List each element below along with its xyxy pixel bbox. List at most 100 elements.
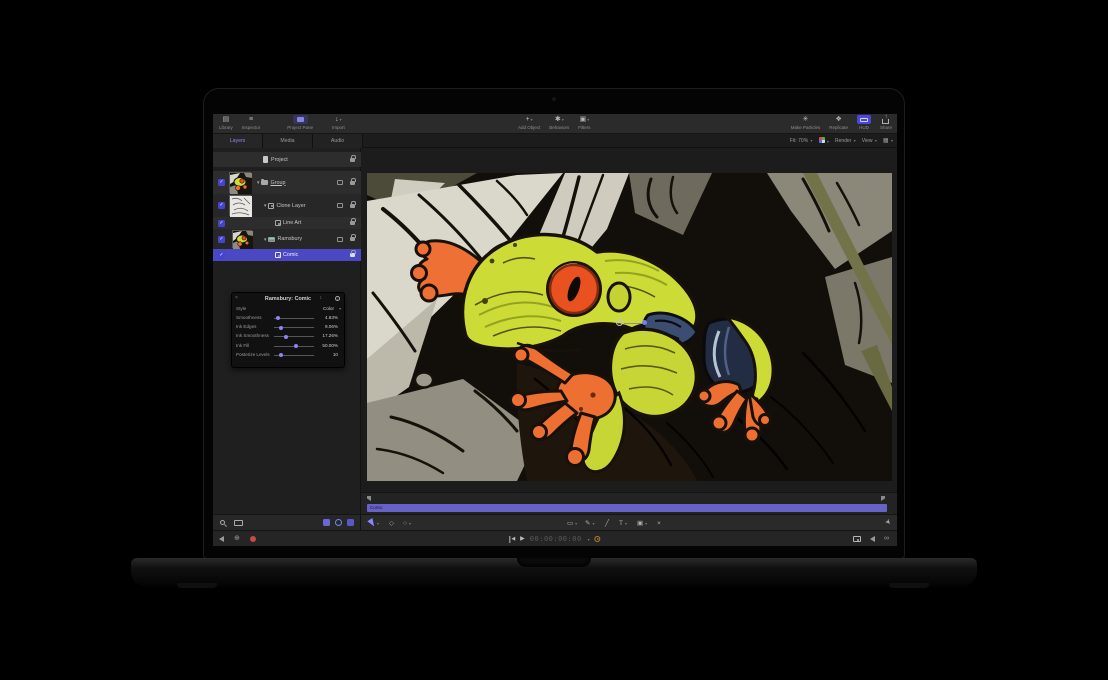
select-tool[interactable]: ▾ [369,518,379,528]
add-object-button[interactable]: +▾ Add Object [518,115,540,130]
canvas-toolbar: ▾ ◇ ○▾ ▭▾ ✎▾ ╱ T▾ ▣▾ × ➤ [361,514,897,530]
mute-icon[interactable] [219,536,224,542]
render-dropdown[interactable]: Render ▾ [835,138,856,144]
timecode[interactable]: 00:00:00:00 [530,535,582,543]
style-dropdown[interactable]: Color [323,306,334,311]
tab-media[interactable]: Media [263,134,313,148]
slider-knob[interactable] [279,326,283,330]
out-point-marker[interactable] [881,496,885,501]
lock-icon[interactable] [350,237,355,241]
keyframe-record-icon[interactable]: ⊕ [234,535,240,543]
layer-row-clone-layer[interactable]: ✓ ▼ Clone Layer [213,194,361,217]
play-button[interactable]: ▶ [520,535,525,543]
object-filter-3d-icon[interactable] [323,519,330,526]
go-to-start-button[interactable]: ◀ [509,536,515,543]
inspector-button[interactable]: ≡ Inspector [242,115,261,130]
line-tool[interactable]: ╱ [605,518,609,528]
layer-checkbox[interactable]: ✓ [218,252,225,259]
canvas[interactable]: ✕ [361,148,897,492]
zoom-level-dropdown[interactable]: Fit: 70% ▾ [790,138,813,144]
lock-icon[interactable] [350,253,355,257]
blend-badge-icon[interactable] [337,180,343,185]
lock-icon[interactable] [350,204,355,208]
blend-badge-icon[interactable] [337,237,343,242]
transport-bar: ⊕ ◀ ▶ 00:00:00:00 ▾ ∞ [213,530,897,546]
library-icon: ▤ [223,115,230,124]
search-icon[interactable] [220,520,225,525]
layer-checkbox[interactable]: ✓ [218,202,225,209]
layer-checkbox[interactable]: ✓ [218,220,225,227]
behaviors-button[interactable]: ✱▾ Behaviors [549,115,569,130]
onscreen-control[interactable]: ✕ [616,318,650,328]
share-button[interactable]: ↑ Share [880,115,892,130]
lock-icon[interactable] [350,181,355,185]
rectangle-tool[interactable]: ▭▾ [567,518,577,528]
view-dropdown[interactable]: View ▾ [862,138,877,144]
resize-arrow-icon[interactable]: ➤ [883,517,893,527]
make-particles-button[interactable]: ✳ Make Particles [791,115,821,130]
channels-dropdown[interactable]: ▾ [819,137,829,145]
layer-row-ramsbury[interactable]: ✓ ▼ Ramsbury [213,229,361,249]
layout-dropdown[interactable]: ▦ ▾ [883,138,893,144]
filmstrip-icon[interactable] [234,520,243,526]
tab-layers[interactable]: Layers [213,134,263,148]
ink-smoothness-slider[interactable] [274,336,314,337]
layer-checkbox[interactable]: ✓ [218,179,225,186]
make-particles-icon: ✳ [803,115,809,124]
osc-handle[interactable] [642,320,647,325]
loop-icon[interactable]: ∞ [884,535,889,543]
transform-tool[interactable]: ◇ [389,518,394,528]
layer-row-group[interactable]: ✓ ▼ Group [213,171,361,194]
smoothness-slider[interactable] [274,318,314,319]
project-pane-button[interactable]: Project Pane [287,115,313,130]
disclosure-triangle-icon[interactable]: ▼ [256,180,260,185]
slider-knob[interactable] [294,344,298,348]
filters-button[interactable]: ▣▾ Filters [578,115,590,130]
replicate-button[interactable]: ❖ Replicate [829,115,848,130]
camera-icon[interactable] [853,536,861,542]
layer-row-comic[interactable]: ✓ Comic [213,249,361,261]
disclosure-triangle-icon[interactable]: ▼ [263,237,267,242]
laptop-foot [177,583,217,588]
lock-icon[interactable] [350,158,355,162]
ink-fill-slider[interactable] [274,346,314,347]
text-tool[interactable]: T▾ [619,518,627,528]
ink-edges-slider[interactable] [274,327,314,328]
mask-tool[interactable]: ▣▾ [637,518,647,528]
layer-row-project[interactable]: Project [213,152,361,167]
slider-knob[interactable] [276,316,280,320]
behaviors-gear-icon: ✱▾ [555,115,564,124]
in-point-marker[interactable] [367,496,371,501]
mask-icon: ▣ [637,519,643,527]
pan-tool[interactable]: ○▾ [403,518,411,528]
slider-knob[interactable] [279,353,283,357]
speaker-icon[interactable] [870,536,875,542]
clock-icon[interactable] [595,536,601,542]
layer-checkbox[interactable]: ✓ [218,236,225,243]
object-filter-square-icon[interactable] [347,519,354,526]
layer-thumbnail [229,172,251,193]
lock-icon[interactable] [350,221,355,225]
slider-knob[interactable] [284,335,288,339]
timeline-clip-bar[interactable]: Comic [367,504,887,512]
bezier-tool[interactable]: ✎▾ [585,518,594,528]
library-button[interactable]: ▤ Library [219,115,233,130]
tab-audio[interactable]: Audio [313,134,363,148]
object-filter-circle-icon[interactable] [335,519,342,526]
blend-badge-icon[interactable] [337,203,343,208]
hud-button[interactable]: HUD [857,115,871,130]
record-button[interactable] [250,536,256,542]
hud-stepper-icon[interactable]: ↕ [320,295,323,301]
disclosure-triangle-icon[interactable]: ▼ [263,203,267,208]
timecode-dropdown-icon[interactable]: ▾ [588,537,590,542]
grid-icon: ▦ [883,138,889,144]
posterize-levels-slider[interactable] [274,355,314,356]
hud-panel[interactable]: × Ramsbury: Comic ↕ i Style Color ▾ Smoo… [231,292,345,368]
osc-anchor-icon[interactable]: ✕ [616,319,623,326]
layer-row-line-art[interactable]: ✓ Line Art [213,217,361,229]
hud-param-ink-edges: Ink Edges 9.06% [232,323,344,332]
info-icon[interactable]: i [335,296,340,301]
replicate-icon: ❖ [835,115,841,124]
import-button[interactable]: ↓▾ Import [332,115,345,130]
cut-tool[interactable]: × [657,518,661,528]
